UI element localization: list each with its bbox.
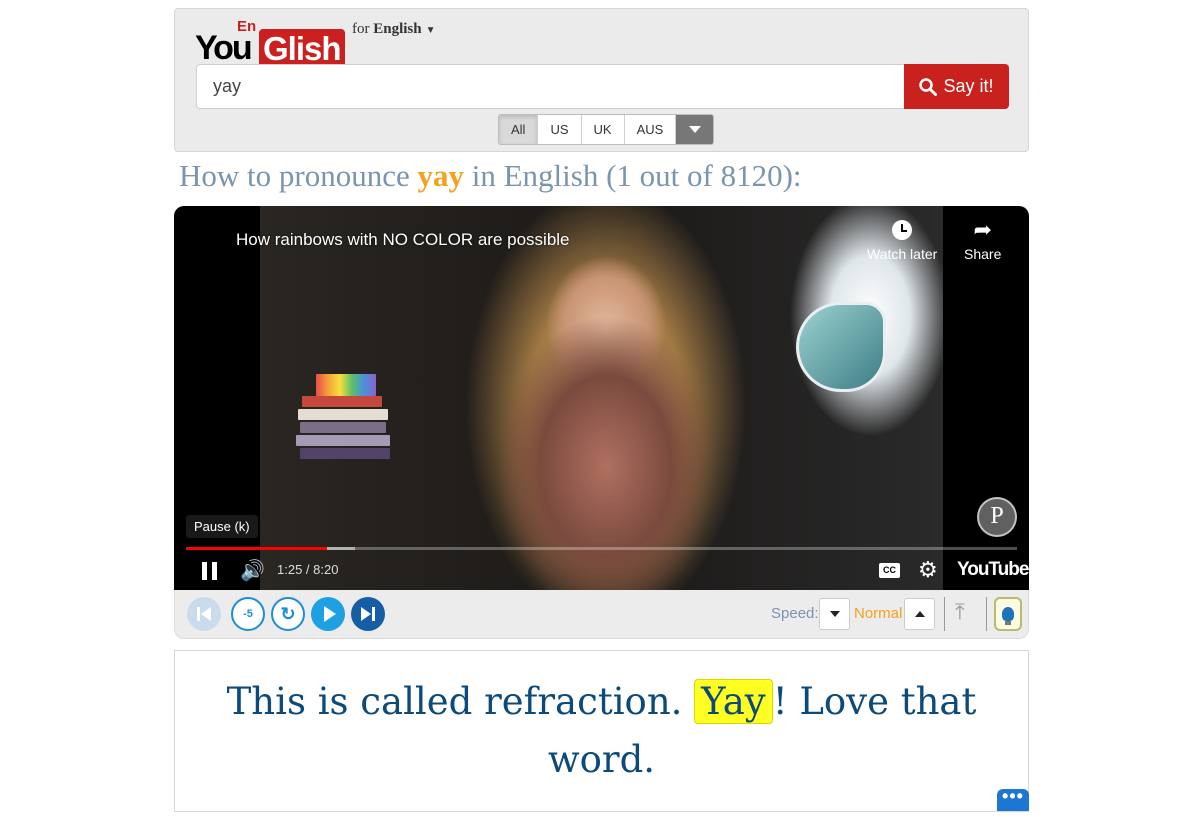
previous-button[interactable]: [187, 597, 221, 631]
logo-en-text: En: [237, 18, 257, 35]
book-image: [298, 409, 388, 420]
accent-uk[interactable]: UK: [582, 115, 625, 144]
book-image: [296, 435, 390, 446]
watch-later-label: Watch later: [867, 246, 938, 262]
replay-button[interactable]: ↻: [271, 597, 305, 631]
caption-highlight[interactable]: Yay: [694, 679, 773, 724]
language-name: English: [373, 21, 422, 37]
speed-value: Normal: [854, 605, 903, 622]
player-controls: -5 ↻ Speed: Normal ⤒: [174, 590, 1029, 639]
say-it-button[interactable]: Say it!: [904, 64, 1009, 109]
language-selector[interactable]: for English ▼: [352, 21, 436, 38]
next-button[interactable]: [351, 597, 385, 631]
language-prefix: for: [352, 21, 370, 37]
caption-before: This is called refraction.: [226, 680, 683, 723]
clock-icon: [892, 220, 913, 240]
youglish-logo[interactable]: You En Glish: [195, 18, 350, 69]
time-display: 1:25 / 8:20: [277, 562, 339, 577]
search-icon: [919, 77, 938, 96]
lightbulb-icon: [1002, 607, 1014, 625]
scroll-to-top-icon[interactable]: ⤒: [955, 599, 965, 625]
accent-more-button[interactable]: [676, 115, 714, 144]
channel-logo-icon[interactable]: P: [977, 497, 1017, 537]
search-input[interactable]: [196, 64, 905, 109]
hint-button[interactable]: [994, 597, 1022, 631]
divider: [986, 597, 987, 631]
rainbow-box-image: [316, 374, 376, 396]
pause-icon[interactable]: [202, 562, 218, 580]
progress-played: [186, 547, 328, 550]
caption-text: This is called refraction. Yay! Love tha…: [175, 673, 1028, 789]
captions-icon[interactable]: CC: [879, 563, 900, 578]
heading-word: yay: [417, 158, 464, 193]
result-heading: How to pronounce yay in English (1 out o…: [179, 158, 802, 194]
chevron-down-icon: [688, 126, 701, 133]
chevron-down-icon: [829, 611, 840, 617]
gear-icon[interactable]: ⚙: [918, 557, 938, 583]
accent-all[interactable]: All: [499, 115, 539, 144]
book-image: [300, 422, 386, 433]
chevron-up-icon: [914, 611, 925, 617]
accent-aus[interactable]: AUS: [625, 115, 677, 144]
caret-down-icon: ▼: [425, 25, 436, 36]
video-title[interactable]: How rainbows with NO COLOR are possible: [236, 230, 570, 250]
book-image: [300, 448, 390, 459]
share-label: Share: [964, 246, 1002, 262]
say-it-label: Say it!: [943, 76, 994, 96]
search-panel: You En Glish for English▼ Say it! All US…: [174, 8, 1029, 152]
play-button[interactable]: [311, 597, 345, 631]
speed-down-button[interactable]: [819, 598, 850, 630]
more-options-button[interactable]: •••: [997, 787, 1029, 811]
replay-icon: ↻: [280, 603, 296, 624]
video-player[interactable]: How rainbows with NO COLOR are possible …: [174, 206, 1029, 590]
speed-label: Speed:: [771, 605, 819, 622]
accent-us[interactable]: US: [538, 115, 582, 144]
watch-later-button[interactable]: Watch later: [867, 220, 937, 262]
helmet-image: [796, 302, 886, 392]
pause-tooltip: Pause (k): [186, 515, 258, 538]
skip-next-icon: [361, 607, 375, 621]
share-icon: ➦: [973, 217, 992, 242]
rewind-5-icon: -5: [243, 608, 253, 620]
play-icon: [323, 606, 336, 622]
caption-box: This is called refraction. Yay! Love tha…: [174, 650, 1029, 812]
progress-bar[interactable]: [186, 547, 1017, 550]
book-image: [302, 396, 382, 407]
share-button[interactable]: ➦ Share: [964, 217, 1002, 263]
speed-up-button[interactable]: [904, 598, 935, 630]
skip-previous-icon: [197, 607, 211, 621]
accent-selector: All US UK AUS: [498, 114, 715, 145]
video-frame: [260, 206, 943, 590]
logo-you-text: You: [195, 29, 253, 67]
back-5-seconds-button[interactable]: -5: [231, 597, 265, 631]
divider: [944, 597, 945, 631]
heading-prefix: How to pronounce: [179, 158, 410, 193]
youtube-logo[interactable]: YouTube: [957, 559, 1029, 581]
volume-icon[interactable]: 🔊: [240, 558, 265, 583]
heading-suffix: in English (1 out of 8120):: [471, 158, 802, 193]
logo-glish-text: Glish: [259, 29, 345, 69]
